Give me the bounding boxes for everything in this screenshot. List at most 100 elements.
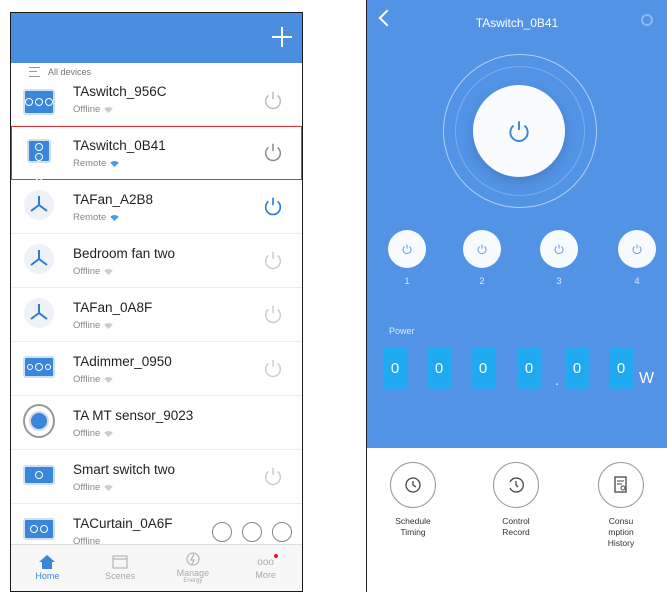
- wifi-icon: [104, 106, 114, 113]
- power-icon[interactable]: [262, 141, 284, 163]
- fan-icon: [23, 189, 55, 221]
- channel-2-button[interactable]: [463, 230, 501, 268]
- device-status: Offline: [73, 266, 114, 277]
- curtain-open-button[interactable]: [212, 522, 232, 542]
- wifi-icon: [104, 376, 114, 383]
- device-row[interactable]: Bedroom fan two Offline: [11, 234, 302, 288]
- history-icon: [493, 462, 539, 508]
- device-list-screen: All devices TAswitch_956C Offline TAswit…: [10, 12, 303, 592]
- device-name: TAFan_0A8F: [73, 300, 153, 315]
- device-name: TAFan_A2B8: [73, 192, 154, 207]
- power-label: Power: [389, 326, 415, 336]
- fan-icon: [23, 243, 55, 275]
- clock-icon: [390, 462, 436, 508]
- device-status: Offline: [73, 104, 114, 115]
- power-icon[interactable]: [262, 249, 284, 271]
- device-status: Offline: [73, 320, 114, 331]
- device-status: Remote: [73, 158, 120, 169]
- master-power-button[interactable]: [473, 85, 565, 177]
- tab-manage-energy[interactable]: Manage Energy: [157, 545, 230, 591]
- curtain-close-button[interactable]: [272, 522, 292, 542]
- device-status: Offline: [73, 374, 114, 385]
- tab-more[interactable]: ooo More: [229, 545, 302, 591]
- add-device-icon[interactable]: [272, 27, 292, 47]
- consumption-history-button[interactable]: Consu mption History: [594, 462, 648, 549]
- channel-label: 4: [634, 276, 640, 286]
- control-panel: TAswitch_0B41 1 2 3 4 Power 0 0 0 0 . 0 …: [367, 0, 667, 448]
- power-digit: 0: [383, 347, 407, 389]
- filter-label: All devices: [48, 67, 92, 77]
- tab-scenes[interactable]: Scenes: [84, 545, 157, 591]
- switch-icon: [23, 459, 55, 491]
- wifi-icon: [104, 484, 114, 491]
- channel-3-button[interactable]: [540, 230, 578, 268]
- fan-icon: [23, 297, 55, 329]
- report-icon: [598, 462, 644, 508]
- channel-1-button[interactable]: [388, 230, 426, 268]
- switch-icon: [23, 135, 55, 181]
- device-name: TACurtain_0A6F: [73, 516, 173, 531]
- power-icon: [509, 121, 529, 142]
- sensor-icon: [23, 404, 55, 438]
- switch-icon: [23, 86, 55, 118]
- filter-menu-icon[interactable]: [29, 67, 40, 77]
- power-icon[interactable]: [262, 195, 284, 217]
- dimmer-icon: [23, 351, 55, 383]
- channel-label: 2: [479, 276, 485, 286]
- control-record-button[interactable]: Control Record: [489, 462, 543, 538]
- channel-label: 3: [556, 276, 562, 286]
- bottom-tab-bar: Home Scenes Manage Energy ooo More: [11, 544, 302, 591]
- energy-icon: [186, 552, 200, 566]
- power-icon[interactable]: [262, 465, 284, 487]
- device-row-selected[interactable]: TAswitch_0B41 Remote: [11, 126, 302, 181]
- home-icon: [39, 555, 56, 569]
- device-row[interactable]: TAFan_0A8F Offline: [11, 288, 302, 342]
- device-name: TAswitch_0B41: [73, 138, 166, 153]
- power-digit: 0: [517, 347, 541, 389]
- power-icon[interactable]: [262, 357, 284, 379]
- power-icon[interactable]: [262, 303, 284, 325]
- wifi-icon: [104, 268, 114, 275]
- device-name: TAdimmer_0950: [73, 354, 172, 369]
- power-digit: 0: [427, 347, 451, 389]
- power-digit: 0: [565, 347, 589, 389]
- feature-label: Control Record: [502, 516, 530, 537]
- decimal-point: .: [555, 372, 559, 388]
- feature-label: Schedule Timing: [395, 516, 431, 537]
- device-row[interactable]: Smart switch two Offline: [11, 450, 302, 504]
- device-name: Smart switch two: [73, 462, 176, 477]
- curtain-controls: [212, 522, 292, 542]
- wifi-icon: [104, 322, 114, 329]
- filter-bar[interactable]: All devices: [11, 63, 302, 81]
- device-name: TA MT sensor_9023: [73, 408, 194, 423]
- wifi-icon: [110, 214, 120, 221]
- power-icon: [632, 244, 642, 255]
- device-row[interactable]: TA MT sensor_9023 Offline: [11, 396, 302, 450]
- device-row[interactable]: TAdimmer_0950 Offline: [11, 342, 302, 396]
- channel-label: 1: [404, 276, 410, 286]
- device-status: Offline: [73, 482, 114, 493]
- device-row[interactable]: TAswitch_956C Offline: [11, 81, 302, 126]
- wifi-icon: [110, 160, 120, 167]
- device-status: Offline: [73, 428, 114, 439]
- schedule-timing-button[interactable]: Schedule Timing: [386, 462, 440, 538]
- power-icon[interactable]: [262, 89, 284, 111]
- device-row[interactable]: TAFan_A2B8 Remote: [11, 180, 302, 234]
- top-bar: [11, 13, 302, 63]
- page-title: TAswitch_0B41: [475, 16, 559, 30]
- device-status: Remote: [73, 212, 120, 223]
- power-digit: 0: [471, 347, 495, 389]
- device-list: TAswitch_956C Offline TAswitch_0B41 Remo…: [11, 81, 302, 558]
- power-digit: 0: [609, 347, 633, 389]
- more-icon: ooo: [257, 553, 278, 568]
- feature-label: Consu mption History: [607, 516, 635, 548]
- device-name: Bedroom fan two: [73, 246, 176, 261]
- device-name: TAswitch_956C: [73, 84, 167, 99]
- switch-detail-screen: TAswitch_0B41 1 2 3 4 Power 0 0 0 0 . 0 …: [366, 0, 667, 592]
- gear-icon[interactable]: [641, 14, 653, 26]
- curtain-icon: [23, 513, 55, 545]
- tab-home[interactable]: Home: [11, 545, 84, 591]
- clapperboard-icon: [112, 555, 128, 569]
- curtain-stop-button[interactable]: [242, 522, 262, 542]
- channel-4-button[interactable]: [618, 230, 656, 268]
